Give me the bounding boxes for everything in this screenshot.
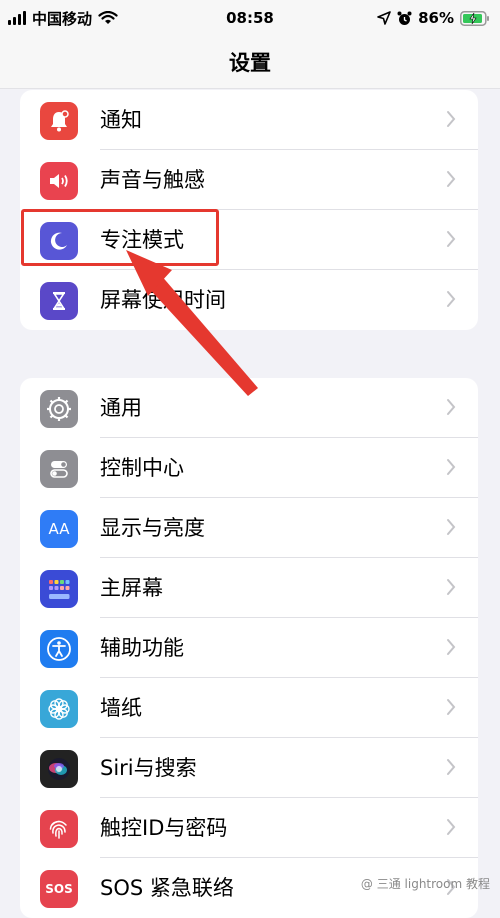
settings-row-screen-time[interactable]: 屏幕使用时间: [20, 270, 478, 330]
chevron-right-icon: [447, 639, 456, 655]
settings-row-touch-id-passcode[interactable]: 触控ID与密码: [20, 798, 478, 858]
siri-icon: [40, 750, 78, 788]
focus-highlight-box: [21, 209, 219, 266]
settings-row-home-screen[interactable]: 主屏幕: [20, 558, 478, 618]
speaker-icon: [40, 162, 78, 200]
settings-row-label: 通用: [100, 396, 142, 420]
settings-row-accessibility[interactable]: 辅助功能: [20, 618, 478, 678]
clock-time: 08:58: [226, 9, 274, 27]
toggles-icon: [40, 450, 78, 488]
chevron-right-icon: [447, 171, 456, 187]
settings-row-label: 通知: [100, 108, 142, 132]
settings-row-control-center[interactable]: 控制中心: [20, 438, 478, 498]
chevron-right-icon: [447, 111, 456, 127]
chevron-right-icon: [447, 231, 456, 247]
chevron-right-icon: [447, 699, 456, 715]
chevron-right-icon: [447, 291, 456, 307]
page-title: 设置: [229, 51, 271, 75]
settings-row-sounds-haptics[interactable]: 声音与触感: [20, 150, 478, 210]
settings-row-label: 屏幕使用时间: [100, 288, 226, 312]
text-size-glyph: AA: [48, 520, 70, 538]
chevron-right-icon: [447, 579, 456, 595]
bell-icon: [40, 102, 78, 140]
chevron-right-icon: [447, 459, 456, 475]
settings-row-label: 墙纸: [100, 696, 142, 720]
settings-group-2: 通用 控制中心 AA 显示与亮度 主屏幕 辅助功能 墙纸 Siri与搜索 触控I…: [20, 378, 478, 918]
hourglass-icon: [40, 282, 78, 320]
settings-row-display-brightness[interactable]: AA 显示与亮度: [20, 498, 478, 558]
flower-icon: [40, 690, 78, 728]
gear-icon: [40, 390, 78, 428]
settings-row-label: Siri与搜索: [100, 756, 197, 780]
settings-row-wallpaper[interactable]: 墙纸: [20, 678, 478, 738]
settings-row-label: 声音与触感: [100, 168, 205, 192]
app-grid-icon: [40, 570, 78, 608]
text-size-icon: AA: [40, 510, 78, 548]
chevron-right-icon: [447, 759, 456, 775]
watermark: @ 三通 lightroom 教程: [360, 877, 490, 891]
navigation-bar: 设置: [0, 36, 500, 89]
settings-row-siri-search[interactable]: Siri与搜索: [20, 738, 478, 798]
accessibility-icon: [40, 630, 78, 668]
chevron-right-icon: [447, 519, 456, 535]
fingerprint-icon: [40, 810, 78, 848]
settings-row-general[interactable]: 通用: [20, 378, 478, 438]
settings-row-label: 触控ID与密码: [100, 816, 228, 840]
chevron-right-icon: [447, 399, 456, 415]
settings-row-label: 主屏幕: [100, 576, 163, 600]
status-bar: 中国移动 08:58 86%: [0, 0, 500, 36]
settings-row-notifications[interactable]: 通知: [20, 90, 478, 150]
sos-glyph: SOS: [45, 882, 73, 896]
sos-icon: SOS: [40, 870, 78, 908]
settings-row-label: 显示与亮度: [100, 516, 205, 540]
settings-row-label: SOS 紧急联络: [100, 876, 234, 900]
chevron-right-icon: [447, 819, 456, 835]
settings-row-label: 控制中心: [100, 456, 184, 480]
settings-row-label: 辅助功能: [100, 636, 184, 660]
